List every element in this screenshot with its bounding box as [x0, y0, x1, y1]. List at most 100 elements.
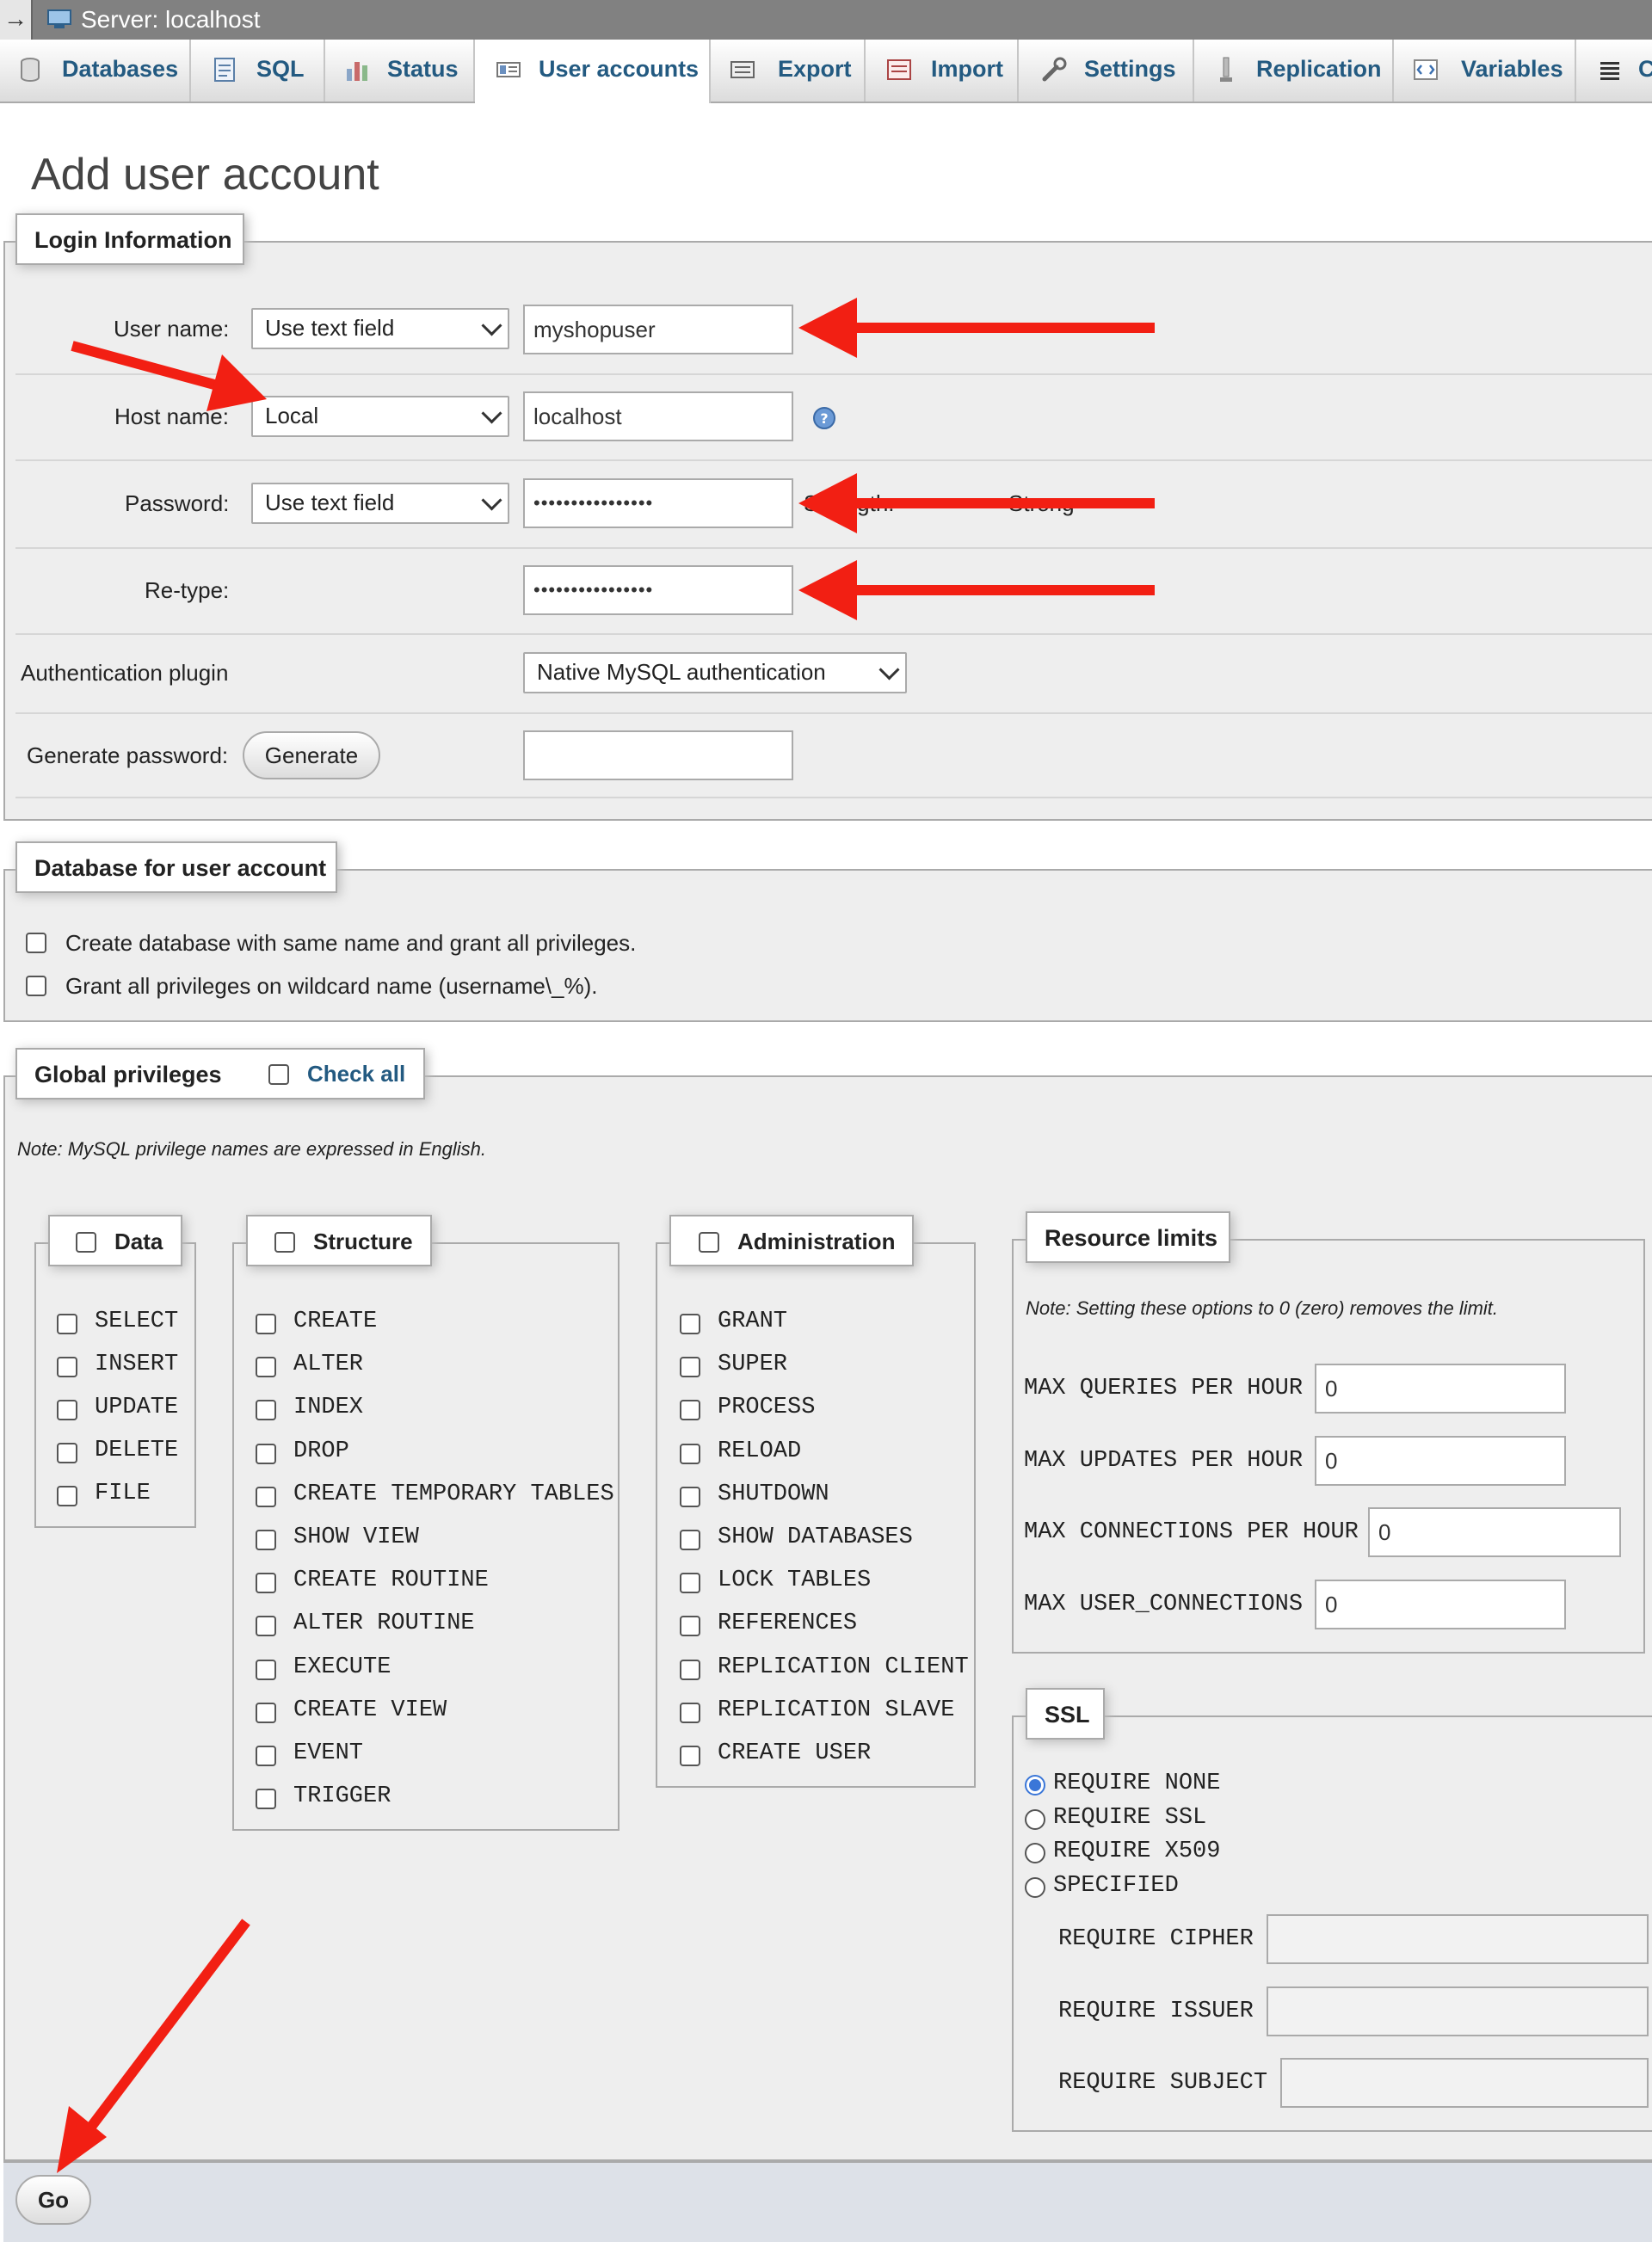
grant-wildcard-option-label: Grant all privileges on wildcard name (u…	[65, 973, 598, 999]
database-for-user-legend: Database for user account	[15, 841, 337, 893]
password-input[interactable]: ••••••••••••••••	[523, 478, 793, 528]
tab-databases[interactable]: Databases	[0, 40, 191, 102]
check-all-checkbox[interactable]	[268, 1064, 289, 1085]
ssl-require-issuer-input[interactable]	[1267, 1986, 1649, 2036]
ssl-require-cipher-input[interactable]	[1267, 1914, 1649, 1964]
privilege-show-view-checkbox[interactable]	[256, 1530, 276, 1550]
privilege-index-label: INDEX	[293, 1395, 364, 1421]
ssl-require-none-radio[interactable]	[1025, 1775, 1045, 1795]
privilege-delete-checkbox[interactable]	[57, 1443, 77, 1463]
privilege-references-label: REFERENCES	[718, 1611, 858, 1637]
privilege-select-checkbox[interactable]	[57, 1314, 77, 1334]
page-title: Add user account	[31, 149, 379, 200]
import-icon	[887, 59, 911, 80]
grant-wildcard-checkbox[interactable]	[26, 976, 46, 996]
create-database-option-label: Create database with same name and grant…	[65, 930, 637, 956]
generated-password-input[interactable]	[523, 730, 793, 780]
ssl-specified-radio[interactable]	[1025, 1876, 1045, 1898]
privilege-index-checkbox[interactable]	[256, 1400, 276, 1421]
ssl-require-x509-radio[interactable]	[1025, 1843, 1045, 1863]
privilege-file-checkbox[interactable]	[57, 1486, 77, 1506]
privilege-alter-routine-checkbox[interactable]	[256, 1616, 276, 1637]
privilege-replication-client-checkbox[interactable]	[680, 1659, 700, 1680]
privilege-create-view-checkbox[interactable]	[256, 1702, 276, 1723]
form-submit-bar	[3, 2161, 1652, 2242]
create-database-checkbox[interactable]	[26, 933, 46, 953]
administration-group-label: Administration	[737, 1229, 896, 1254]
privilege-drop-checkbox[interactable]	[256, 1443, 276, 1464]
limit-max-queries-per-hour-input[interactable]: 0	[1315, 1364, 1566, 1414]
administration-group-checkbox[interactable]	[699, 1232, 719, 1253]
limit-max-updates-per-hour-input[interactable]: 0	[1315, 1435, 1566, 1486]
ssl-require-x509-label: REQUIRE X509	[1053, 1839, 1221, 1864]
privilege-file-label: FILE	[95, 1481, 151, 1506]
privilege-event-checkbox[interactable]	[256, 1746, 276, 1766]
limit-max-user-connections-label: MAX USER_CONNECTIONS	[1024, 1591, 1304, 1617]
ssl-require-ssl-radio[interactable]	[1025, 1808, 1045, 1830]
privilege-replication-slave-checkbox[interactable]	[680, 1702, 700, 1723]
privilege-alter-label: ALTER	[293, 1352, 364, 1378]
tab-label: Replication	[1256, 56, 1382, 82]
privilege-trigger-checkbox[interactable]	[256, 1789, 276, 1810]
privilege-process-checkbox[interactable]	[680, 1400, 700, 1421]
privilege-create-temporary-tables-checkbox[interactable]	[256, 1486, 276, 1507]
ssl-require-subject-input[interactable]	[1280, 2058, 1649, 2108]
privilege-create-temporary-tables-label: CREATE TEMPORARY TABLES	[293, 1481, 614, 1507]
privilege-super-checkbox[interactable]	[680, 1357, 700, 1378]
tab-status[interactable]: Status	[325, 40, 475, 102]
privilege-insert-label: INSERT	[95, 1352, 179, 1377]
structure-group-checkbox[interactable]	[274, 1232, 295, 1253]
privilege-insert-checkbox[interactable]	[57, 1357, 77, 1377]
privilege-alter-routine-label: ALTER ROUTINE	[293, 1611, 475, 1637]
privilege-references-checkbox[interactable]	[680, 1616, 700, 1637]
generate-password-button[interactable]: Generate	[243, 731, 380, 779]
limit-max-user-connections-input[interactable]: 0	[1315, 1579, 1566, 1629]
tab-import[interactable]: Import	[866, 40, 1019, 102]
password-mode-select[interactable]: Use text field	[251, 483, 509, 524]
selected-value: Use text field	[265, 490, 395, 515]
data-group-checkbox[interactable]	[76, 1232, 96, 1253]
tab-export[interactable]: Export	[711, 40, 866, 102]
privilege-grant-checkbox[interactable]	[680, 1314, 700, 1334]
tab-user-accounts[interactable]: User accounts	[475, 40, 711, 103]
host-name-mode-select[interactable]: Local	[251, 396, 509, 437]
privilege-show-databases-checkbox[interactable]	[680, 1530, 700, 1550]
login-information-legend: Login Information	[15, 213, 244, 265]
selected-value: Use text field	[265, 315, 395, 341]
authentication-plugin-label: Authentication plugin	[21, 660, 229, 686]
go-button[interactable]: Go	[15, 2175, 91, 2225]
server-breadcrumb-link[interactable]: Server: localhost	[81, 5, 261, 34]
privilege-create-routine-checkbox[interactable]	[256, 1573, 276, 1594]
tab-label: SQL	[256, 56, 305, 82]
help-icon[interactable]: ?	[812, 406, 836, 430]
authentication-plugin-select[interactable]: Native MySQL authentication	[523, 652, 907, 693]
row-divider	[15, 712, 1652, 714]
privilege-lock-tables-checkbox[interactable]	[680, 1573, 700, 1594]
privilege-alter-checkbox[interactable]	[256, 1357, 276, 1378]
privilege-execute-checkbox[interactable]	[256, 1659, 276, 1680]
privilege-shutdown-checkbox[interactable]	[680, 1486, 700, 1507]
user-name-mode-select[interactable]: Use text field	[251, 308, 509, 349]
privilege-reload-checkbox[interactable]	[680, 1443, 700, 1464]
structure-group-label: Structure	[313, 1229, 413, 1254]
retype-password-input[interactable]: ••••••••••••••••	[523, 565, 793, 615]
settings-icon	[1042, 57, 1067, 82]
host-name-input[interactable]: localhost	[523, 391, 793, 441]
tab-variables[interactable]: Variables	[1394, 40, 1576, 102]
ssl-require-none-label: REQUIRE NONE	[1053, 1771, 1221, 1796]
limit-max-connections-per-hour-input[interactable]: 0	[1368, 1507, 1621, 1557]
collapse-navigation-icon[interactable]: →	[0, 0, 33, 40]
tab-charsets[interactable]: C	[1576, 40, 1652, 102]
tab-settings[interactable]: Settings	[1019, 40, 1194, 102]
privilege-grant-label: GRANT	[718, 1309, 788, 1334]
privilege-create-user-checkbox[interactable]	[680, 1746, 700, 1766]
ssl-require-ssl-label: REQUIRE SSL	[1053, 1804, 1207, 1831]
privilege-update-checkbox[interactable]	[57, 1400, 77, 1420]
user-name-input[interactable]: myshopuser	[523, 305, 793, 354]
check-all-label[interactable]: Check all	[307, 1061, 405, 1087]
privilege-create-routine-label: CREATE ROUTINE	[293, 1568, 489, 1594]
privilege-create-checkbox[interactable]	[256, 1314, 276, 1334]
tab-replication[interactable]: Replication	[1194, 40, 1394, 102]
tab-sql[interactable]: SQL	[191, 40, 325, 102]
privilege-select-label: SELECT	[95, 1309, 179, 1334]
